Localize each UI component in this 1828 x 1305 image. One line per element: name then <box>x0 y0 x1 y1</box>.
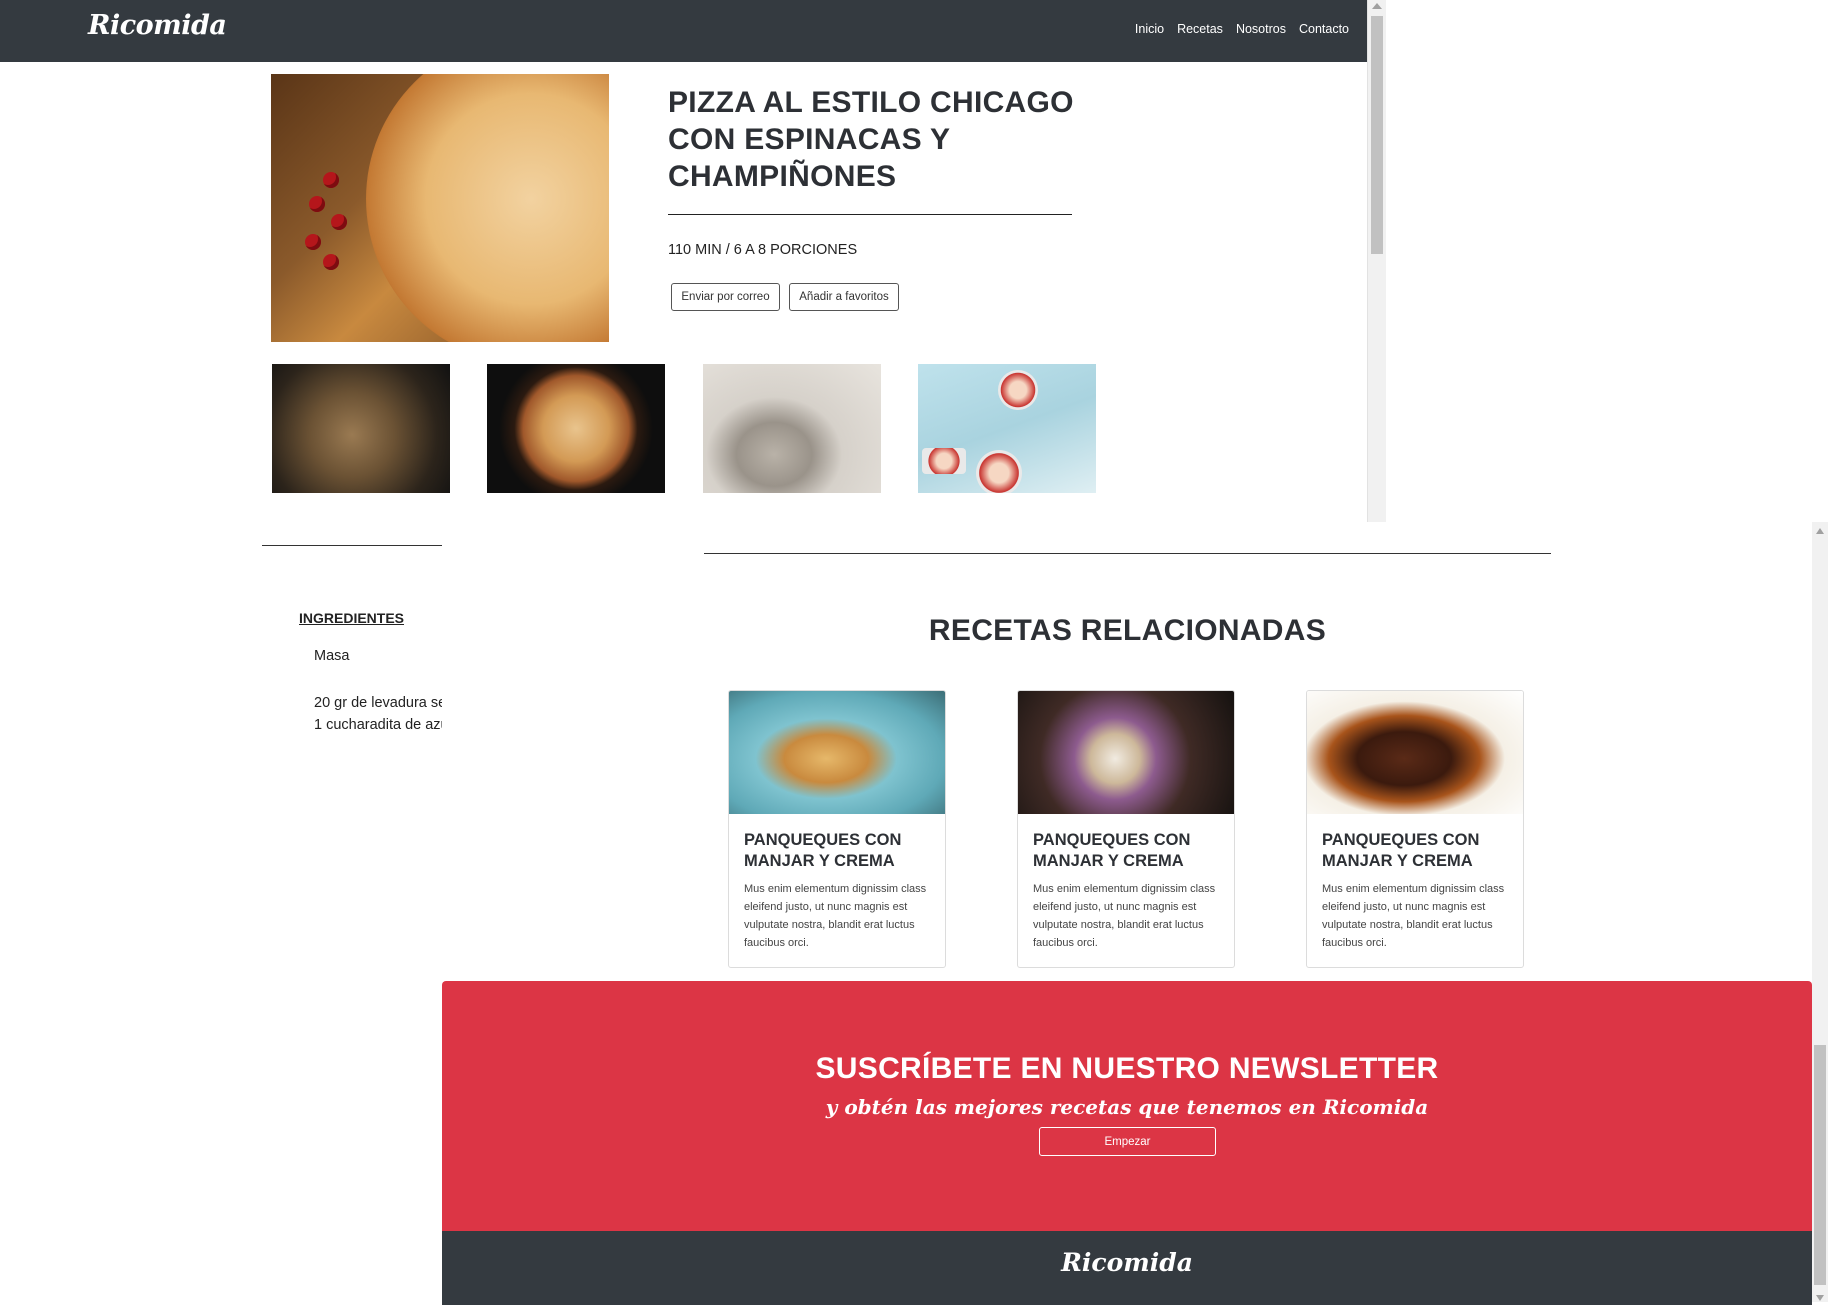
scroll-down-arrow-icon[interactable] <box>1816 1295 1824 1301</box>
ingredient-item: 20 gr de levadura se <box>314 695 442 711</box>
footer-brand[interactable]: Ricomida <box>442 1248 1812 1277</box>
card-title[interactable]: PANQUEQUES CON MANJAR Y CREMA <box>1033 830 1219 872</box>
tomato-shape <box>305 234 321 250</box>
gallery-thumb-pizza[interactable] <box>487 364 665 493</box>
card-image[interactable] <box>1018 691 1234 814</box>
gallery-thumb-table[interactable] <box>918 364 1096 493</box>
nav-link-recetas[interactable]: Recetas <box>1177 22 1223 36</box>
gallery-thumb-mushrooms[interactable] <box>272 364 450 493</box>
bottom-scrollbar[interactable] <box>1812 522 1828 1302</box>
recipe-title: PIZZA AL ESTILO CHICAGO CON ESPINACAS Y … <box>668 86 1074 193</box>
plate-shape <box>998 370 1038 410</box>
newsletter-subtitle: y obtén las mejores recetas que tenemos … <box>825 1095 1429 1119</box>
recipe-main-image <box>271 74 609 342</box>
top-scrollbar[interactable] <box>1367 0 1386 522</box>
nav-link-contacto[interactable]: Contacto <box>1299 22 1349 36</box>
scroll-up-arrow-icon[interactable] <box>1372 3 1382 9</box>
card-image[interactable] <box>729 691 945 814</box>
card-image[interactable] <box>1307 691 1523 814</box>
pizza-graphic <box>366 74 609 342</box>
ingredients-subheading: Masa <box>314 648 350 664</box>
plate-shape <box>976 450 1022 493</box>
nav-links: Inicio Recetas Nosotros Contacto <box>1135 22 1367 36</box>
related-recipe-card[interactable]: PANQUEQUES CON MANJAR Y CREMA Mus enim e… <box>1017 690 1235 968</box>
tomato-shape <box>323 254 339 270</box>
related-recipe-card[interactable]: PANQUEQUES CON MANJAR Y CREMA Mus enim e… <box>728 690 946 968</box>
nav-link-inicio[interactable]: Inicio <box>1135 22 1164 36</box>
brand-logo[interactable]: Ricomida <box>88 10 227 41</box>
related-heading: RECETAS RELACIONADAS <box>928 614 1327 647</box>
tomato-shape <box>323 172 339 188</box>
ingredients-heading: INGREDIENTES <box>299 610 405 626</box>
card-text: Mus enim elementum dignissim class eleif… <box>744 883 927 949</box>
newsletter-title: SUSCRÍBETE EN NUESTRO NEWSLETTER <box>815 1052 1439 1085</box>
card-title[interactable]: PANQUEQUES CON MANJAR Y CREMA <box>1322 830 1508 872</box>
send-email-button[interactable]: Enviar por correo <box>671 283 780 311</box>
tomato-shape <box>331 214 347 230</box>
tomato-shape <box>309 196 325 212</box>
ingredients-divider <box>262 545 442 546</box>
card-text: Mus enim elementum dignissim class eleif… <box>1033 883 1216 949</box>
card-title[interactable]: PANQUEQUES CON MANJAR Y CREMA <box>744 830 930 872</box>
nav-link-nosotros[interactable]: Nosotros <box>1236 22 1286 36</box>
recipe-meta: 110 MIN / 6 A 8 PORCIONES <box>668 242 858 258</box>
plate-shape <box>922 448 966 474</box>
ingredient-item: 1 cucharadita de azú <box>314 717 442 733</box>
card-text: Mus enim elementum dignissim class eleif… <box>1322 883 1505 949</box>
newsletter-start-button[interactable]: Empezar <box>1039 1127 1216 1156</box>
related-divider <box>704 553 1551 554</box>
scroll-up-arrow-icon[interactable] <box>1816 528 1824 534</box>
scrollbar-thumb[interactable] <box>1371 16 1383 254</box>
add-favorite-button[interactable]: Añadir a favoritos <box>789 283 899 311</box>
related-recipe-card[interactable]: PANQUEQUES CON MANJAR Y CREMA Mus enim e… <box>1306 690 1524 968</box>
gallery-thumb-dough[interactable] <box>703 364 881 493</box>
scrollbar-thumb[interactable] <box>1814 1045 1826 1285</box>
ingredients-list: 20 gr de levadura se 1 cucharadita de az… <box>314 692 442 736</box>
title-divider <box>668 214 1072 215</box>
